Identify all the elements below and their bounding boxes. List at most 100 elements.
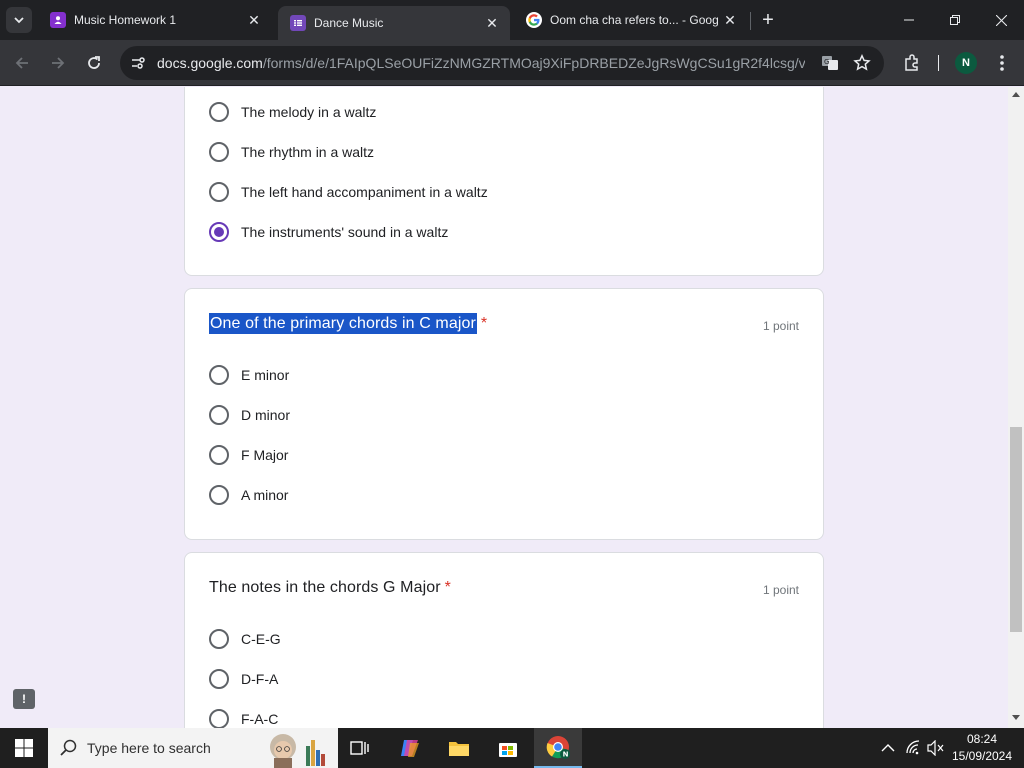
radio-button[interactable] xyxy=(209,182,229,202)
new-tab-button[interactable]: + xyxy=(756,8,780,32)
reload-icon xyxy=(88,56,100,69)
required-asterisk: * xyxy=(480,315,488,332)
option-d-f-a[interactable]: D-F-A xyxy=(209,667,278,691)
option-melody[interactable]: The melody in a waltz xyxy=(209,100,376,124)
browser-toolbar: docs.google.com/forms/d/e/1FAIpQLSeOUFiZ… xyxy=(0,40,1024,86)
radio-button[interactable] xyxy=(209,629,229,649)
google-icon xyxy=(526,12,542,28)
taskbar-search-box[interactable]: Type here to search xyxy=(48,728,338,768)
option-d-minor[interactable]: D minor xyxy=(209,403,290,427)
radio-button[interactable] xyxy=(209,142,229,162)
required-asterisk: * xyxy=(444,579,451,596)
profile-avatar[interactable]: N xyxy=(955,52,977,74)
chrome-taskbar-button[interactable]: N xyxy=(534,728,582,768)
tab-dance-music[interactable]: Dance Music ✕ xyxy=(278,6,510,40)
chevron-up-icon xyxy=(881,744,895,752)
question-text: The notes in the chords G Major xyxy=(209,579,441,596)
volume-button[interactable] xyxy=(922,734,950,762)
option-f-major[interactable]: F Major xyxy=(209,443,288,467)
option-instruments[interactable]: The instruments' sound in a waltz xyxy=(209,220,448,244)
option-label: D-F-A xyxy=(241,671,279,687)
forward-button[interactable] xyxy=(44,49,72,77)
form-page: The melody in a waltz The rhythm in a wa… xyxy=(0,87,1008,728)
url-text[interactable]: docs.google.com/forms/d/e/1FAIpQLSeOUFiZ… xyxy=(157,55,805,71)
tab-oom-cha-cha[interactable]: Oom cha cha refers to... - Goog ✕ xyxy=(514,4,748,36)
option-left-hand[interactable]: The left hand accompaniment in a waltz xyxy=(209,180,488,204)
scroll-up-arrow-icon[interactable] xyxy=(1012,92,1020,97)
reload-button[interactable] xyxy=(80,49,108,77)
question-card-primary-chords: One of the primary chords in C major * 1 … xyxy=(184,288,824,540)
clock-time: 08:24 xyxy=(966,732,998,746)
taskbar-clock[interactable]: 08:24 15/09/2024 xyxy=(950,731,1014,765)
radio-button[interactable] xyxy=(209,405,229,425)
close-icon[interactable]: ✕ xyxy=(484,15,500,31)
url-path: /forms/d/e/1FAIpQLSeOUFiZzNMGZRTMOaj9XiF… xyxy=(262,55,805,71)
option-label: The melody in a waltz xyxy=(241,104,377,120)
copilot-icon xyxy=(401,740,419,757)
back-button[interactable] xyxy=(8,49,36,77)
browser-menu-button[interactable] xyxy=(988,49,1016,77)
wifi-icon xyxy=(906,740,920,755)
close-window-button[interactable] xyxy=(978,0,1024,40)
volume-muted-icon xyxy=(927,740,944,756)
option-c-e-g[interactable]: C-E-G xyxy=(209,627,281,651)
site-settings-icon[interactable] xyxy=(128,53,148,73)
file-explorer-button[interactable] xyxy=(445,734,473,762)
scroll-down-arrow-icon[interactable] xyxy=(1012,715,1020,720)
option-label: F Major xyxy=(241,447,289,463)
close-icon[interactable]: ✕ xyxy=(246,12,262,28)
option-label: A minor xyxy=(241,487,289,503)
task-view-button[interactable] xyxy=(346,734,374,762)
copilot-button[interactable] xyxy=(396,734,424,762)
option-label: F-A-C xyxy=(241,711,279,727)
question-title: One of the primary chords in C major * xyxy=(209,313,488,334)
option-label: D minor xyxy=(241,407,291,423)
page-scrollbar[interactable] xyxy=(1008,87,1024,728)
option-f-a-c[interactable]: F-A-C xyxy=(209,707,278,728)
question-points: 1 point xyxy=(762,319,799,333)
tab-title: Oom cha cha refers to... - Goog xyxy=(550,13,719,27)
question-title: The notes in the chords G Major * xyxy=(209,579,451,597)
feedback-button[interactable]: ! xyxy=(13,689,35,709)
tab-title: Music Homework 1 xyxy=(74,13,177,27)
option-label: The rhythm in a waltz xyxy=(241,144,375,160)
minimize-button[interactable] xyxy=(886,0,932,40)
option-e-minor[interactable]: E minor xyxy=(209,363,289,387)
more-vertical-icon xyxy=(1000,55,1004,71)
task-view-icon xyxy=(350,741,369,755)
windows-logo-icon xyxy=(15,739,33,757)
option-label: The left hand accompaniment in a waltz xyxy=(241,184,488,200)
option-a-minor[interactable]: A minor xyxy=(209,483,288,507)
option-label: E minor xyxy=(241,367,290,383)
tab-title: Dance Music xyxy=(314,16,384,30)
restore-button[interactable] xyxy=(932,0,978,40)
radio-button-selected[interactable] xyxy=(209,222,229,242)
question-card-waltz: The melody in a waltz The rhythm in a wa… xyxy=(184,87,824,276)
radio-button[interactable] xyxy=(209,485,229,505)
address-bar[interactable]: docs.google.com/forms/d/e/1FAIpQLSeOUFiZ… xyxy=(120,46,884,80)
translate-icon[interactable]: G xyxy=(820,53,840,73)
forward-arrow-icon xyxy=(52,57,65,69)
tab-music-homework[interactable]: Music Homework 1 ✕ xyxy=(38,4,272,36)
tab-search-button[interactable] xyxy=(6,7,32,33)
question-card-g-major-notes: The notes in the chords G Major * 1 point… xyxy=(184,552,824,728)
radio-button[interactable] xyxy=(209,102,229,122)
radio-button[interactable] xyxy=(209,445,229,465)
extensions-button[interactable] xyxy=(898,49,926,77)
scrollbar-thumb[interactable] xyxy=(1010,427,1022,632)
option-rhythm[interactable]: The rhythm in a waltz xyxy=(209,140,374,164)
url-host: docs.google.com xyxy=(157,55,263,71)
start-button[interactable] xyxy=(10,734,38,762)
svg-text:N: N xyxy=(563,751,569,759)
show-hidden-icons-button[interactable] xyxy=(874,734,902,762)
radio-button[interactable] xyxy=(209,669,229,689)
chrome-icon: N xyxy=(546,736,570,759)
search-highlight-illustration-icon xyxy=(270,734,325,768)
radio-button[interactable] xyxy=(209,709,229,728)
microsoft-store-button[interactable] xyxy=(494,734,522,762)
store-icon xyxy=(499,743,517,757)
option-label: The instruments' sound in a waltz xyxy=(241,224,449,240)
bookmark-star-icon[interactable] xyxy=(852,53,872,73)
radio-button[interactable] xyxy=(209,365,229,385)
close-icon[interactable]: ✕ xyxy=(722,12,738,28)
